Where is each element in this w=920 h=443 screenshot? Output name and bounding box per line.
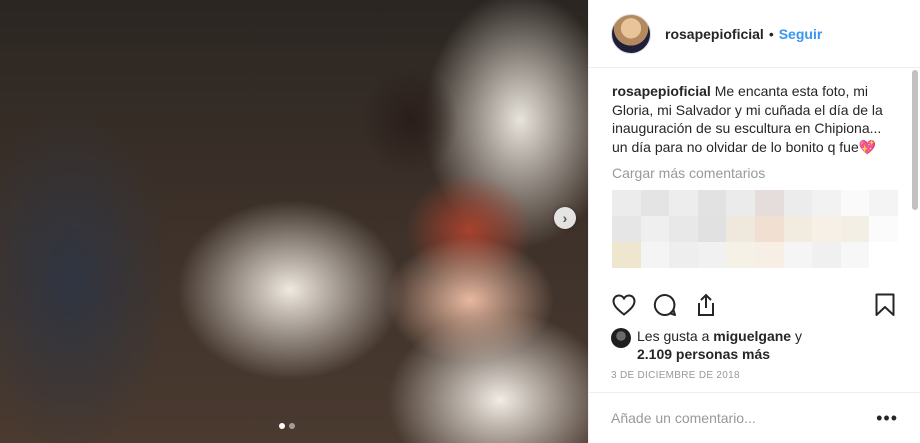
action-bar	[611, 291, 898, 319]
comment-input[interactable]: Añade un comentario...	[611, 410, 876, 426]
liker-avatar[interactable]	[611, 328, 631, 348]
comments-section: rosapepioficial Me encanta esta foto, mi…	[612, 82, 898, 282]
more-options-icon[interactable]: •••	[876, 408, 898, 429]
heart-icon[interactable]	[611, 292, 637, 318]
post-date[interactable]: 3 DE DICIEMBRE DE 2018	[611, 370, 740, 381]
post-photo[interactable]: ›	[0, 0, 588, 443]
separator-dot: •	[768, 25, 774, 42]
likes-user-link[interactable]: miguelgane	[713, 328, 791, 344]
likes-prefix: Les gusta a	[637, 328, 710, 344]
likes-summary: Les gusta a miguelgane y 2.109 personas …	[611, 327, 898, 363]
chevron-right-icon[interactable]: ›	[554, 207, 576, 229]
share-icon[interactable]	[693, 292, 719, 318]
avatar[interactable]	[611, 13, 651, 54]
carousel-indicator	[279, 423, 295, 429]
add-comment-bar: Añade un comentario... •••	[589, 392, 920, 443]
comment-icon[interactable]	[652, 292, 678, 318]
likes-count[interactable]: 2.109 personas más	[611, 345, 898, 363]
bookmark-icon[interactable]	[872, 292, 898, 318]
blurred-comments	[612, 190, 898, 268]
caption-username[interactable]: rosapepioficial	[612, 83, 711, 99]
caption: rosapepioficial Me encanta esta foto, mi…	[612, 82, 898, 156]
username-link[interactable]: rosapepioficial	[665, 26, 764, 42]
carousel-dot	[289, 423, 295, 429]
post-header: rosapepioficial • Seguir	[589, 0, 920, 68]
scrollbar[interactable]	[912, 70, 918, 210]
heart-emoji: 💖	[858, 138, 877, 155]
likes-and: y	[794, 328, 802, 344]
post-sidebar: rosapepioficial • Seguir rosapepioficial…	[588, 0, 920, 443]
instagram-post: › rosapepioficial • Seguir rosapepiofici…	[0, 0, 920, 443]
follow-button[interactable]: Seguir	[779, 26, 823, 42]
load-more-comments[interactable]: Cargar más comentarios	[612, 165, 898, 181]
carousel-dot	[279, 423, 285, 429]
